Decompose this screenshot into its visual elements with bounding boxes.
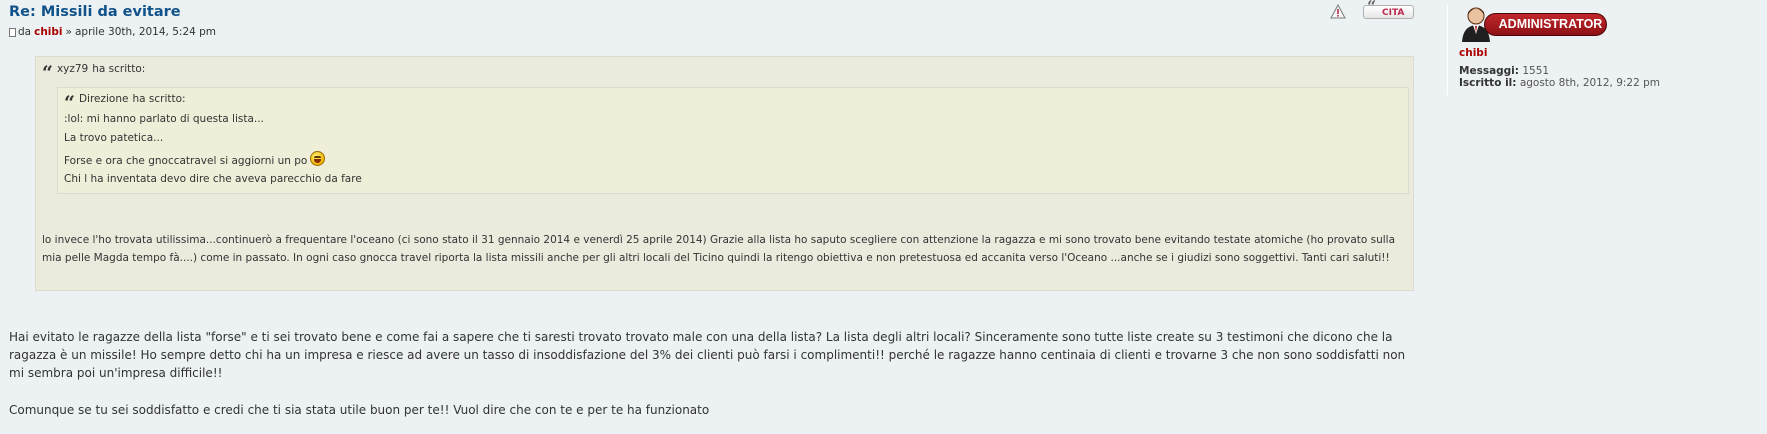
laughing-smiley-icon: [310, 151, 326, 166]
quote-icon: “: [1367, 0, 1377, 16]
outer-quote-text: lo invece l'ho trovata utilissima...cont…: [42, 234, 1396, 264]
quote-mark-icon: “: [64, 92, 75, 114]
post-icon[interactable]: [9, 27, 16, 37]
by-prefix: da: [18, 26, 32, 38]
outer-quote-cite: “ xyz79 ha scritto:: [42, 62, 146, 84]
warning-icon: [1330, 3, 1346, 19]
inner-quote-block: “ Direzione ha scritto: :lol: mi hanno p…: [57, 87, 1409, 194]
post-date: aprile 30th, 2014, 5:24 pm: [74, 26, 217, 38]
inner-quote-cite: “ Direzione ha scritto:: [64, 92, 186, 114]
post-author-line: da chibi » aprile 30th, 2014, 5:24 pm: [9, 26, 216, 38]
admin-avatar-icon: [1462, 7, 1490, 42]
posts-value: 1551: [1522, 65, 1550, 77]
quote-button[interactable]: “ CITA: [1363, 0, 1414, 19]
inner-quote-line: Chi l ha inventata devo dire che aveva p…: [64, 173, 362, 185]
joined-label: Iscritto il:: [1459, 77, 1517, 89]
post-author-link[interactable]: chibi: [34, 26, 62, 38]
inner-cite-suffix: ha scritto:: [132, 93, 186, 105]
profile-username-link[interactable]: chibi: [1459, 47, 1487, 59]
joined-value: agosto 8th, 2012, 9:22 pm: [1519, 77, 1661, 89]
posts-label: Messaggi:: [1459, 65, 1519, 77]
inner-quote-line: La trovo patetica...: [64, 132, 164, 144]
post-body-paragraph: Hai evitato le ragazze della lista "fors…: [9, 330, 1406, 380]
report-button[interactable]: [1330, 3, 1346, 19]
quote-button-label: CITA: [1382, 8, 1405, 18]
post-body-paragraph: Comunque se tu sei soddisfatto e credi c…: [9, 403, 710, 417]
inner-cite-author: Direzione: [78, 93, 129, 105]
separator: »: [65, 26, 72, 38]
outer-quote-block: “ xyz79 ha scritto: “ Direzione ha scrit…: [35, 56, 1414, 291]
quote-mark-icon: “: [42, 62, 53, 84]
rank-label: ADMINISTRATOR: [1484, 13, 1607, 36]
profile-posts: Messaggi: 1551: [1459, 65, 1549, 77]
inner-quote-line: Forse e ora che gnoccatravel si aggiorni…: [64, 151, 326, 167]
inner-quote-line: :lol: mi hanno parlato di questa lista..…: [64, 113, 264, 125]
outer-cite-suffix: ha scritto:: [92, 63, 146, 75]
rank-badge: ADMINISTRATOR: [1460, 6, 1610, 42]
post-profile: ADMINISTRATOR chibi Messaggi: 1551 Iscri…: [1448, 0, 1767, 434]
outer-cite-author: xyz79: [56, 63, 89, 75]
inner-quote-line-text: Forse e ora che gnoccatravel si aggiorni…: [64, 155, 308, 167]
profile-joined: Iscritto il: agosto 8th, 2012, 9:22 pm: [1459, 77, 1660, 89]
post-title[interactable]: Re: Missili da evitare: [9, 4, 181, 20]
